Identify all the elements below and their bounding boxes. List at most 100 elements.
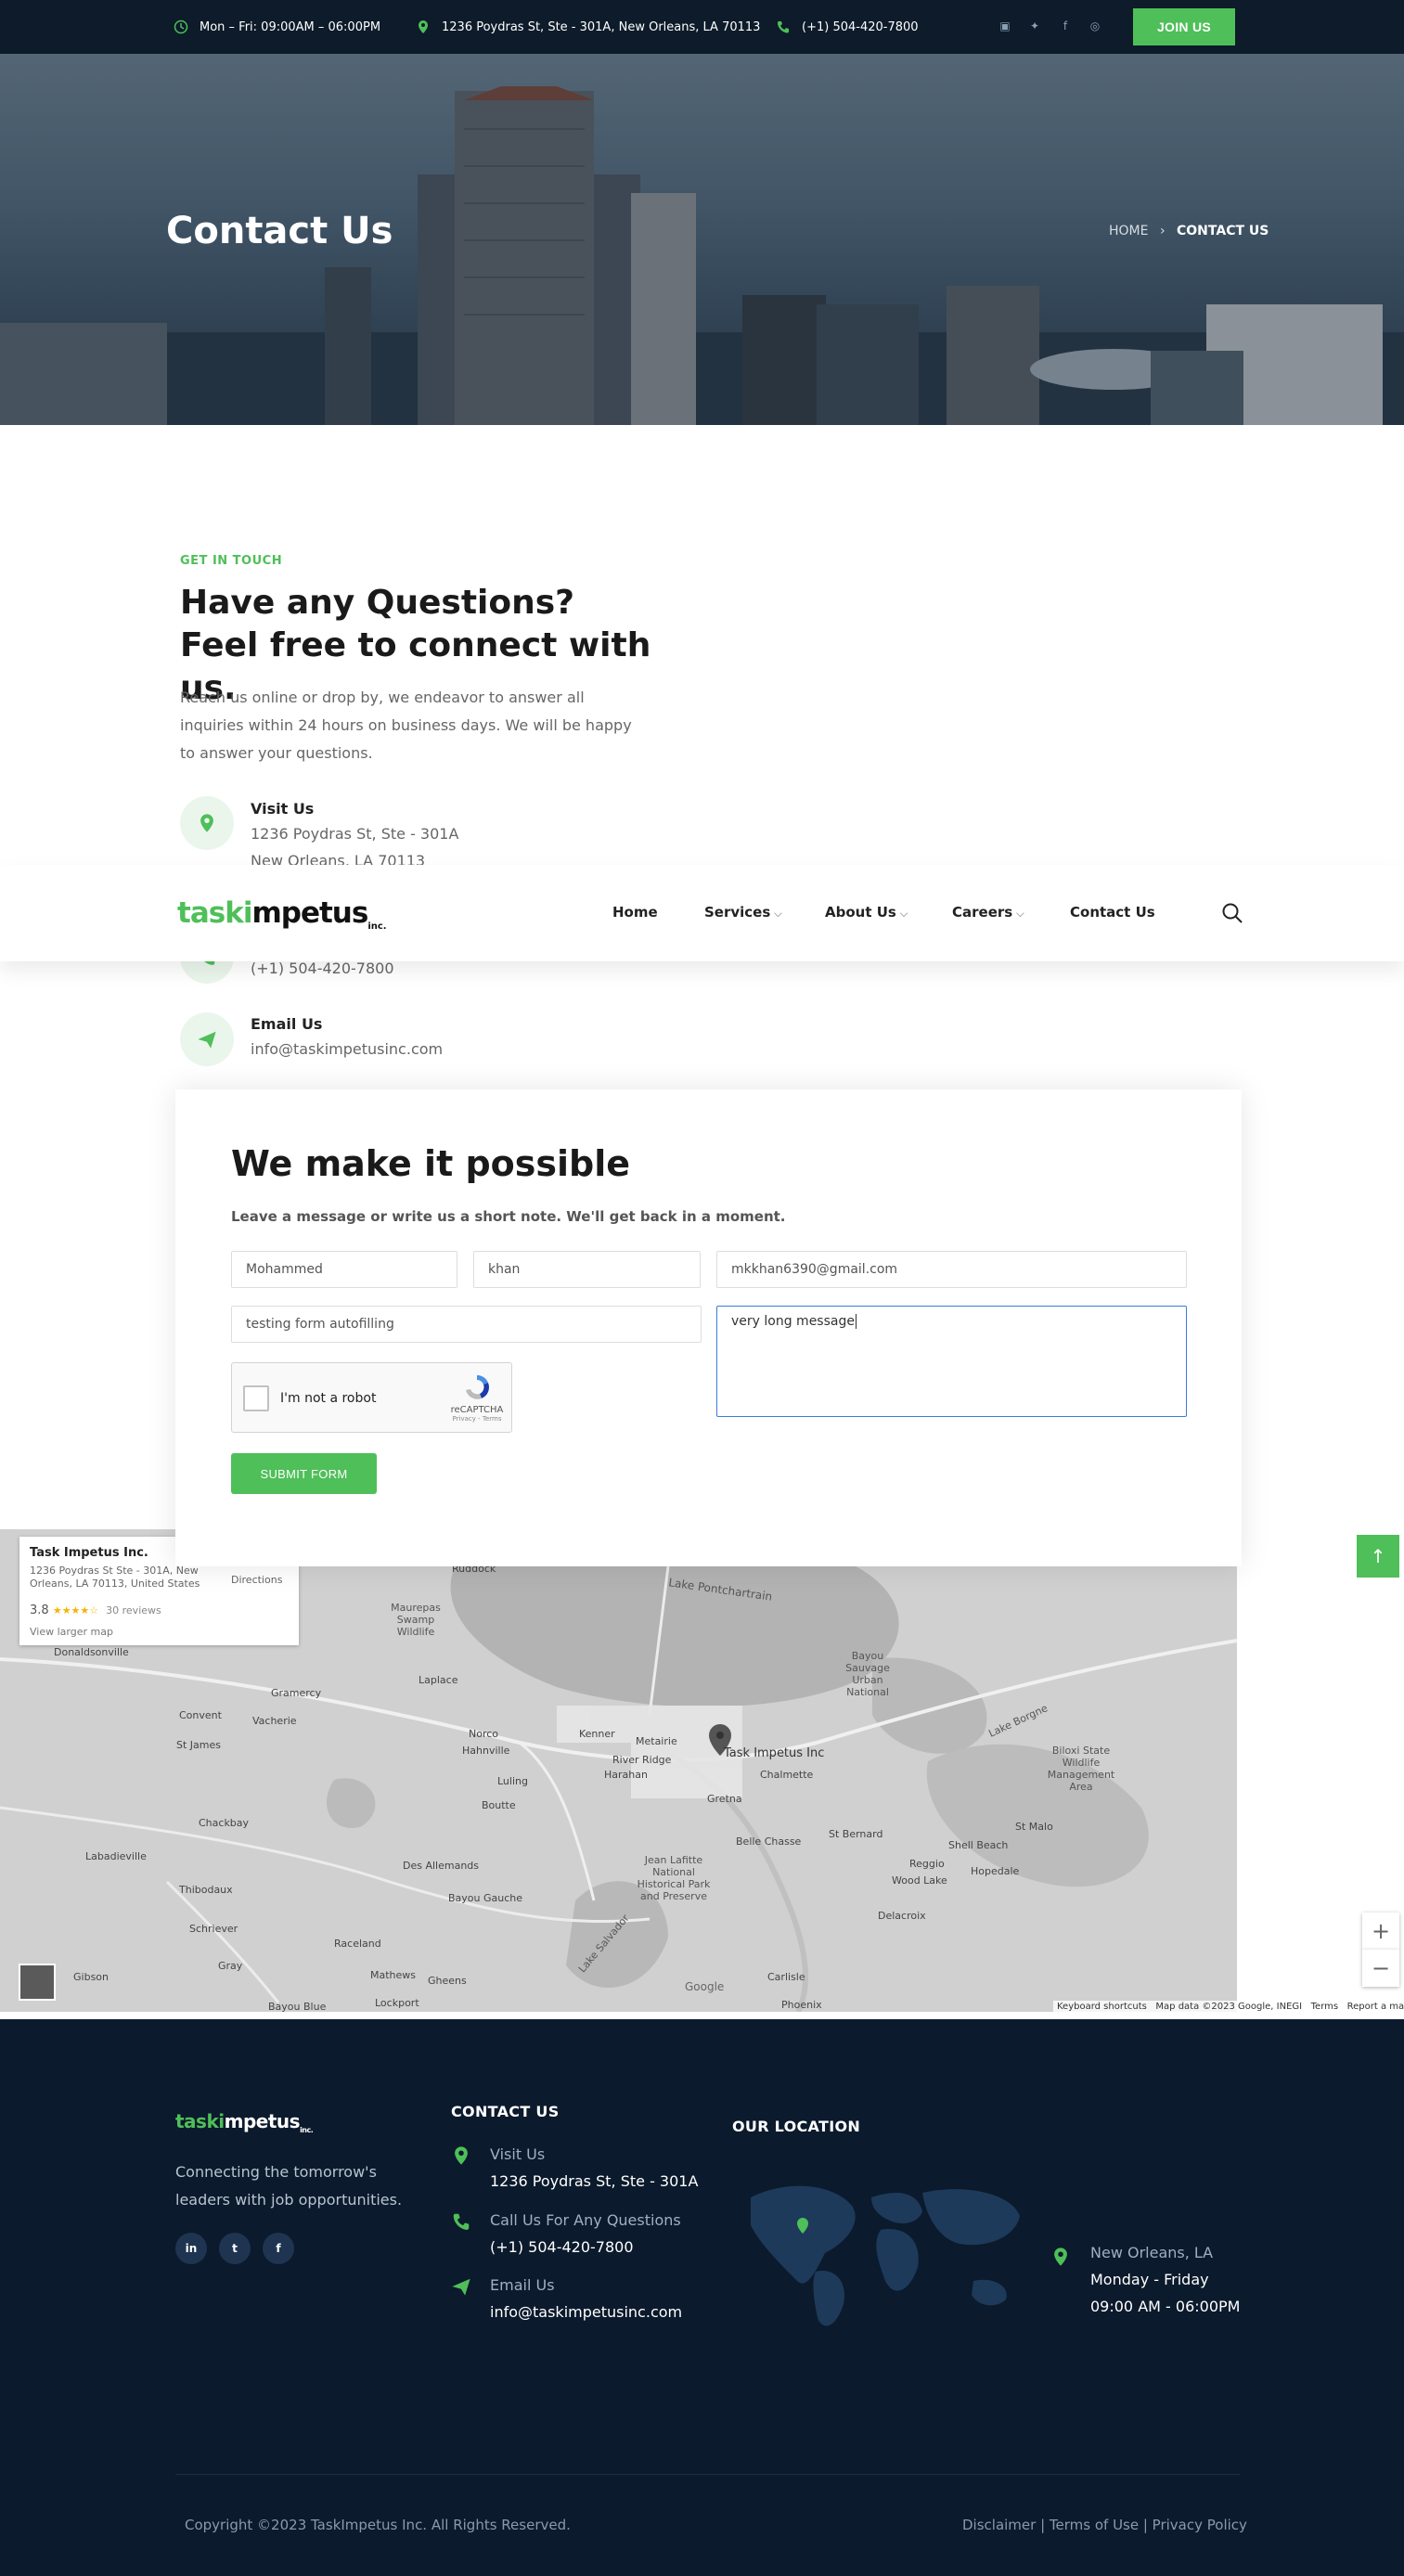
map-label-gheens: Gheens [428,1975,467,1987]
map-label-chalmette: Chalmette [760,1769,814,1781]
top-info-bar: Mon – Fri: 09:00AM – 06:00PM 1236 Poydra… [0,0,1404,54]
map-label-harahan: Harahan [604,1769,648,1781]
footer-twitter-icon[interactable]: t [219,2233,251,2264]
join-us-button[interactable]: JOIN US [1133,8,1235,45]
submit-form-button[interactable]: SUBMIT FORM [231,1453,377,1494]
map-label-donaldsonville: Donaldsonville [54,1646,129,1658]
footer-visit-label: Visit Us [490,2145,546,2163]
email-title: Email Us [251,1015,323,1033]
zoom-in-button[interactable]: + [1362,1913,1399,1950]
site-logo[interactable]: taskimpetusinc. [177,896,387,932]
footer-logo[interactable]: taskimpetusinc. [175,2110,314,2134]
facebook-icon[interactable]: f [1059,19,1072,32]
breadcrumb-home[interactable]: HOME [1109,224,1148,238]
email-value[interactable]: info@taskimpetusinc.com [251,1040,443,1058]
map-label-mathews: Mathews [370,1969,417,1981]
search-icon[interactable] [1221,902,1243,924]
phone-icon [453,2213,470,2230]
subject-field[interactable]: testing form autofilling [231,1306,702,1343]
email-icon-circle [180,1012,234,1066]
map-attribution: Keyboard shortcuts Map data ©2023 Google… [1053,2001,1404,2012]
linkedin-icon[interactable]: ▣ [998,19,1011,32]
paper-plane-icon [198,1031,216,1049]
recaptcha-checkbox[interactable] [243,1385,269,1411]
nav-careers[interactable]: Careers ⌵ [952,904,1024,921]
map-label-vacherie: Vacherie [252,1715,297,1727]
terms-link[interactable]: Terms [1311,2002,1338,2012]
map-label-gray: Gray [218,1960,243,1972]
map-label-wood-lake: Wood Lake [892,1874,947,1887]
first-name-field[interactable]: Mohammed [231,1251,457,1288]
instagram-icon[interactable]: ◎ [1088,19,1101,32]
footer-email-value[interactable]: info@taskimpetusinc.com [490,2303,682,2321]
view-larger-map-link[interactable]: View larger map [30,1626,113,1638]
report-map-error-link[interactable]: Report a map error [1347,2002,1404,2012]
scroll-to-top-button[interactable]: ↑ [1357,1535,1399,1578]
nav-home[interactable]: Home [612,904,658,921]
recaptcha-links[interactable]: Privacy - Terms [449,1415,505,1423]
map-label-jean-lafitte: Jean Lafitte National Historical Park an… [637,1854,711,1902]
nav-about-us[interactable]: About Us ⌵ [825,904,908,921]
map-label-delacroix: Delacroix [878,1910,926,1922]
legal-links[interactable]: Disclaimer | Terms of Use | Privacy Poli… [962,2517,1247,2533]
map-label-biloxi: Biloxi State Wildlife Management Area [1047,1745,1115,1793]
footer-city: New Orleans, LA [1090,2244,1214,2261]
map-label-carlisle: Carlisle [767,1971,805,1983]
hero-banner: Contact Us HOME › CONTACT US [0,54,1404,425]
map-label-chackbay: Chackbay [199,1817,250,1829]
twitter-icon[interactable]: ✦ [1028,19,1041,32]
footer-days: Monday - Friday [1090,2271,1209,2288]
last-name-field[interactable]: khan [473,1251,701,1288]
footer-facebook-icon[interactable]: f [263,2233,294,2264]
footer-linkedin-icon[interactable]: in [175,2233,207,2264]
message-textarea[interactable]: very long message [716,1306,1187,1417]
phone-info[interactable]: (+1) 504-420-7800 [776,19,919,34]
nav-contact-us[interactable]: Contact Us [1070,904,1155,921]
reviews-link[interactable]: 30 reviews [106,1604,161,1616]
google-watermark: Google [685,1980,725,1993]
directions-link[interactable]: Directions [231,1574,282,1586]
phone-text: (+1) 504-420-7800 [802,19,919,34]
main-navbar: taskimpetusinc. Home Services ⌵ About Us ⌵… [0,865,1404,961]
recaptcha-logo: reCAPTCHA Privacy - Terms [449,1372,505,1423]
map-pin-label[interactable]: Task Impetus Inc [724,1746,824,1760]
footer-email-label: Email Us [490,2276,555,2294]
contact-form-card: We make it possible Leave a message or w… [175,1089,1242,1566]
map-label-raceland: Raceland [334,1938,381,1950]
map-label-laplace: Laplace [419,1674,458,1686]
map-label-belle-chasse: Belle Chasse [736,1835,802,1848]
footer-call-value[interactable]: (+1) 504-420-7800 [490,2238,634,2256]
keyboard-shortcuts-link[interactable]: Keyboard shortcuts [1057,2002,1147,2012]
map-label-metairie: Metairie [636,1735,677,1747]
satellite-toggle[interactable] [19,1964,56,2001]
location-pin-icon [419,20,428,33]
place-address: 1236 Poydras St Ste - 301A, New Orleans,… [30,1565,200,1590]
address-text: 1236 Poydras St, Ste - 301A, New Orleans… [442,19,761,34]
place-rating: 3.8 ★★★★☆ 30 reviews [30,1604,161,1617]
breadcrumb-current: CONTACT US [1177,224,1269,238]
email-field[interactable]: mkkhan6390@gmail.com [716,1251,1187,1288]
map-label-kenner: Kenner [579,1728,615,1740]
map-label-bayou-blue: Bayou Blue [268,2001,327,2012]
footer-location-heading: OUR LOCATION [732,2118,861,2135]
hours-text: Mon – Fri: 09:00AM – 06:00PM [200,19,381,34]
hours-info: Mon – Fri: 09:00AM – 06:00PM [174,19,380,34]
map-label-lockport: Lockport [375,1997,419,2009]
chevron-down-icon: ⌵ [1016,908,1024,920]
google-map[interactable]: Task Impetus Inc Lake Pontchartrain Maur… [0,1529,1404,2012]
map-label-bayou-gauche: Bayou Gauche [448,1892,523,1904]
page-title: Contact Us [166,210,393,252]
map-label-st-malo: St Malo [1015,1821,1053,1833]
nav-services[interactable]: Services ⌵ [704,904,782,921]
star-rating-icon: ★★★★☆ [52,1604,99,1616]
phone-icon [778,21,789,33]
footer-tagline: Connecting the tomorrow's leaders with j… [175,2163,403,2209]
map-label-labadieville: Labadieville [85,1850,147,1862]
location-pin-icon [1054,2248,1067,2266]
section-description: Reach us online or drop by, we endeavor … [180,689,632,762]
recaptcha-widget: I'm not a robot reCAPTCHA Privacy - Term… [231,1362,512,1433]
form-subtitle: Leave a message or write us a short note… [231,1208,786,1225]
zoom-out-button[interactable]: − [1362,1950,1399,1987]
map-label-reggio: Reggio [909,1858,945,1870]
phone-value: (+1) 504-420-7800 [251,960,394,977]
